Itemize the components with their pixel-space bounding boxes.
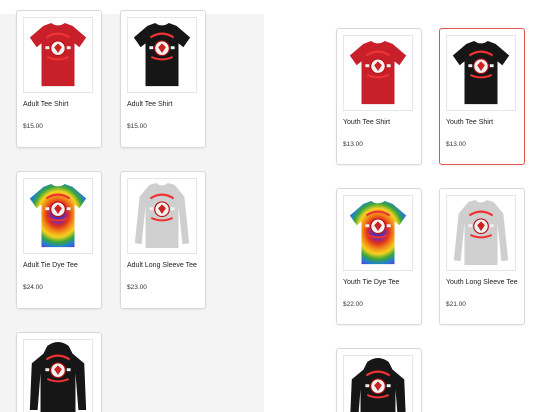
product-name: Youth Long Sleeve Tee	[446, 279, 518, 286]
product-name: Adult Tee Shirt	[127, 101, 173, 108]
gray-long-sleeve-icon	[446, 195, 516, 271]
product-price: $13.00	[446, 141, 466, 148]
product-name: Adult Tee Shirt	[23, 101, 69, 108]
right-panel: Youth Tee Shirt $13.00 Youth Tee Shirt $…	[274, 0, 538, 412]
product-price: $15.00	[127, 123, 147, 130]
black-hoodie-icon	[343, 355, 413, 412]
black-tshirt-icon	[446, 35, 516, 111]
product-card[interactable]	[336, 348, 422, 412]
tie-dye-tshirt-icon	[343, 195, 413, 271]
black-tshirt-icon	[127, 17, 197, 93]
product-price: $21.00	[446, 301, 466, 308]
tie-dye-tshirt-icon	[23, 178, 93, 254]
red-tshirt-icon	[23, 17, 93, 93]
product-name: Youth Tie Dye Tee	[343, 279, 400, 286]
black-hoodie-icon	[23, 339, 93, 412]
product-card[interactable]: Youth Tee Shirt $13.00	[336, 28, 422, 165]
product-price: $15.00	[23, 123, 43, 130]
product-card[interactable]	[16, 332, 102, 412]
gray-long-sleeve-icon	[127, 178, 197, 254]
product-name: Youth Tee Shirt	[343, 119, 391, 126]
product-card[interactable]: Adult Tee Shirt $15.00	[16, 10, 102, 148]
product-price: $23.00	[127, 284, 147, 291]
product-price: $24.00	[23, 284, 43, 291]
product-card[interactable]: Adult Long Sleeve Tee $23.00	[120, 171, 206, 309]
product-name: Adult Long Sleeve Tee	[127, 262, 197, 269]
product-card[interactable]: Youth Long Sleeve Tee $21.00	[439, 188, 525, 325]
product-card[interactable]: Youth Tie Dye Tee $22.00	[336, 188, 422, 325]
product-card[interactable]: Adult Tee Shirt $15.00	[120, 10, 206, 148]
product-price: $13.00	[343, 141, 363, 148]
product-card[interactable]: Adult Tie Dye Tee $24.00	[16, 171, 102, 309]
product-name: Youth Tee Shirt	[446, 119, 494, 126]
product-price: $22.00	[343, 301, 363, 308]
red-tshirt-icon	[343, 35, 413, 111]
product-card-selected[interactable]: Youth Tee Shirt $13.00	[439, 28, 525, 165]
panel-divider	[264, 0, 274, 412]
left-panel: Adult Tee Shirt $15.00 Adult Tee Shirt $…	[0, 0, 264, 412]
product-name: Adult Tie Dye Tee	[23, 262, 78, 269]
